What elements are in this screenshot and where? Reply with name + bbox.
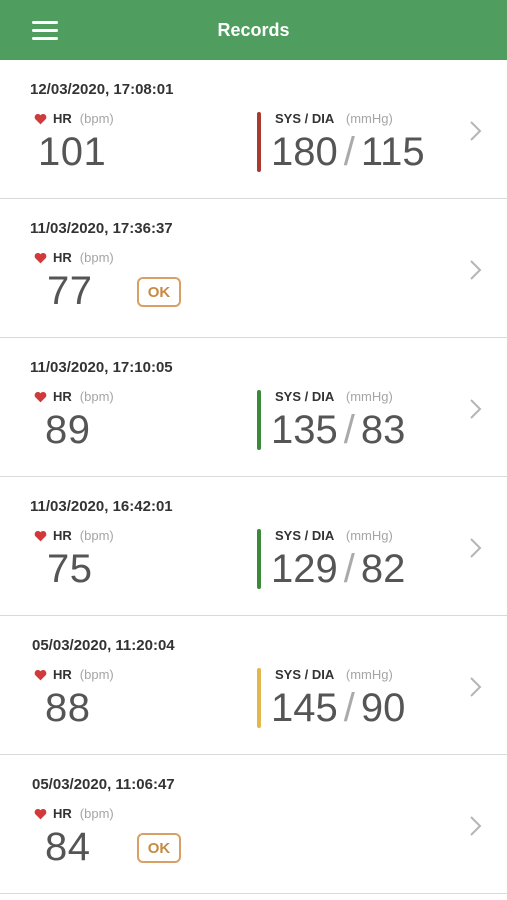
hr-label: HR <box>53 667 72 682</box>
hr-label: HR <box>53 528 72 543</box>
chevron-right-icon <box>470 816 482 836</box>
chevron-right-icon <box>470 677 482 697</box>
bp-label-group: SYS / DIA (mmHg) <box>275 667 393 682</box>
bp-unit: (mmHg) <box>345 111 393 126</box>
hamburger-menu-icon[interactable] <box>32 20 58 40</box>
hr-unit: (bpm) <box>79 111 114 126</box>
dia-value: 90 <box>360 686 406 730</box>
hr-label-group: HR (bpm) <box>34 250 114 265</box>
bp-value: 129/82 <box>271 547 406 591</box>
hr-label: HR <box>53 389 72 404</box>
hr-unit: (bpm) <box>79 250 114 265</box>
sys-value: 135 <box>271 408 338 452</box>
bp-status-bar <box>257 390 261 450</box>
sys-value: 129 <box>271 547 338 591</box>
record-timestamp: 05/03/2020, 11:20:04 <box>32 637 175 654</box>
chevron-right-icon <box>470 538 482 558</box>
hr-label-group: HR (bpm) <box>34 667 114 682</box>
heart-icon <box>34 252 47 263</box>
dia-value: 83 <box>360 408 406 452</box>
record-timestamp: 05/03/2020, 11:06:47 <box>32 776 175 793</box>
bp-value: 135/83 <box>271 408 406 452</box>
hr-label-group: HR (bpm) <box>34 806 114 821</box>
hr-unit: (bpm) <box>79 806 114 821</box>
record-row[interactable]: 11/03/2020, 16:42:01 HR (bpm) 75 SYS / D… <box>0 477 507 616</box>
records-list: 12/03/2020, 17:08:01 HR (bpm) 101 SYS / … <box>0 60 507 894</box>
chevron-right-icon <box>470 399 482 419</box>
record-row[interactable]: 12/03/2020, 17:08:01 HR (bpm) 101 SYS / … <box>0 60 507 199</box>
bp-unit: (mmHg) <box>345 528 393 543</box>
bp-label-group: SYS / DIA (mmHg) <box>275 389 393 404</box>
bp-unit: (mmHg) <box>345 667 393 682</box>
heart-icon <box>34 391 47 402</box>
record-row[interactable]: 11/03/2020, 17:10:05 HR (bpm) 89 SYS / D… <box>0 338 507 477</box>
heart-icon <box>34 113 47 124</box>
bp-label-group: SYS / DIA (mmHg) <box>275 111 393 126</box>
heart-icon <box>34 808 47 819</box>
ok-status-badge: OK <box>137 833 181 863</box>
bp-label: SYS / DIA <box>275 528 335 543</box>
bp-status-bar <box>257 529 261 589</box>
ok-status-badge: OK <box>137 277 181 307</box>
bp-label: SYS / DIA <box>275 667 335 682</box>
hr-value: 101 <box>38 130 107 174</box>
dia-value: 115 <box>360 130 425 174</box>
bp-status-bar <box>257 112 261 172</box>
bp-value: 145/90 <box>271 686 406 730</box>
chevron-right-icon <box>470 260 482 280</box>
dia-value: 82 <box>360 547 406 591</box>
chevron-right-icon <box>470 121 482 141</box>
record-timestamp: 11/03/2020, 17:36:37 <box>30 220 173 237</box>
bp-label: SYS / DIA <box>275 389 335 404</box>
hr-label: HR <box>53 111 72 126</box>
bp-unit: (mmHg) <box>345 389 393 404</box>
hr-value: 75 <box>47 547 93 591</box>
heart-icon <box>34 530 47 541</box>
record-timestamp: 12/03/2020, 17:08:01 <box>30 81 174 98</box>
top-app-bar: Records <box>0 0 507 60</box>
heart-icon <box>34 669 47 680</box>
record-timestamp: 11/03/2020, 16:42:01 <box>30 498 173 515</box>
hr-label-group: HR (bpm) <box>34 389 114 404</box>
record-row[interactable]: 05/03/2020, 11:06:47 HR (bpm) 84 OK <box>0 755 507 894</box>
bp-label: SYS / DIA <box>275 111 335 126</box>
hr-label-group: HR (bpm) <box>34 111 114 126</box>
bp-value: 180/115 <box>271 130 425 174</box>
hr-value: 84 <box>45 825 91 869</box>
hr-label: HR <box>53 806 72 821</box>
sys-value: 145 <box>271 686 338 730</box>
page-title: Records <box>217 19 290 40</box>
hr-value: 89 <box>45 408 91 452</box>
hr-label-group: HR (bpm) <box>34 528 114 543</box>
record-row[interactable]: 11/03/2020, 17:36:37 HR (bpm) 77 OK <box>0 199 507 338</box>
hr-unit: (bpm) <box>79 667 114 682</box>
hr-value: 77 <box>47 269 93 313</box>
hr-label: HR <box>53 250 72 265</box>
record-row[interactable]: 05/03/2020, 11:20:04 HR (bpm) 88 SYS / D… <box>0 616 507 755</box>
record-timestamp: 11/03/2020, 17:10:05 <box>30 359 173 376</box>
bp-status-bar <box>257 668 261 728</box>
hr-unit: (bpm) <box>79 389 114 404</box>
hr-value: 88 <box>45 686 91 730</box>
bp-label-group: SYS / DIA (mmHg) <box>275 528 393 543</box>
sys-value: 180 <box>271 130 338 174</box>
hr-unit: (bpm) <box>79 528 114 543</box>
